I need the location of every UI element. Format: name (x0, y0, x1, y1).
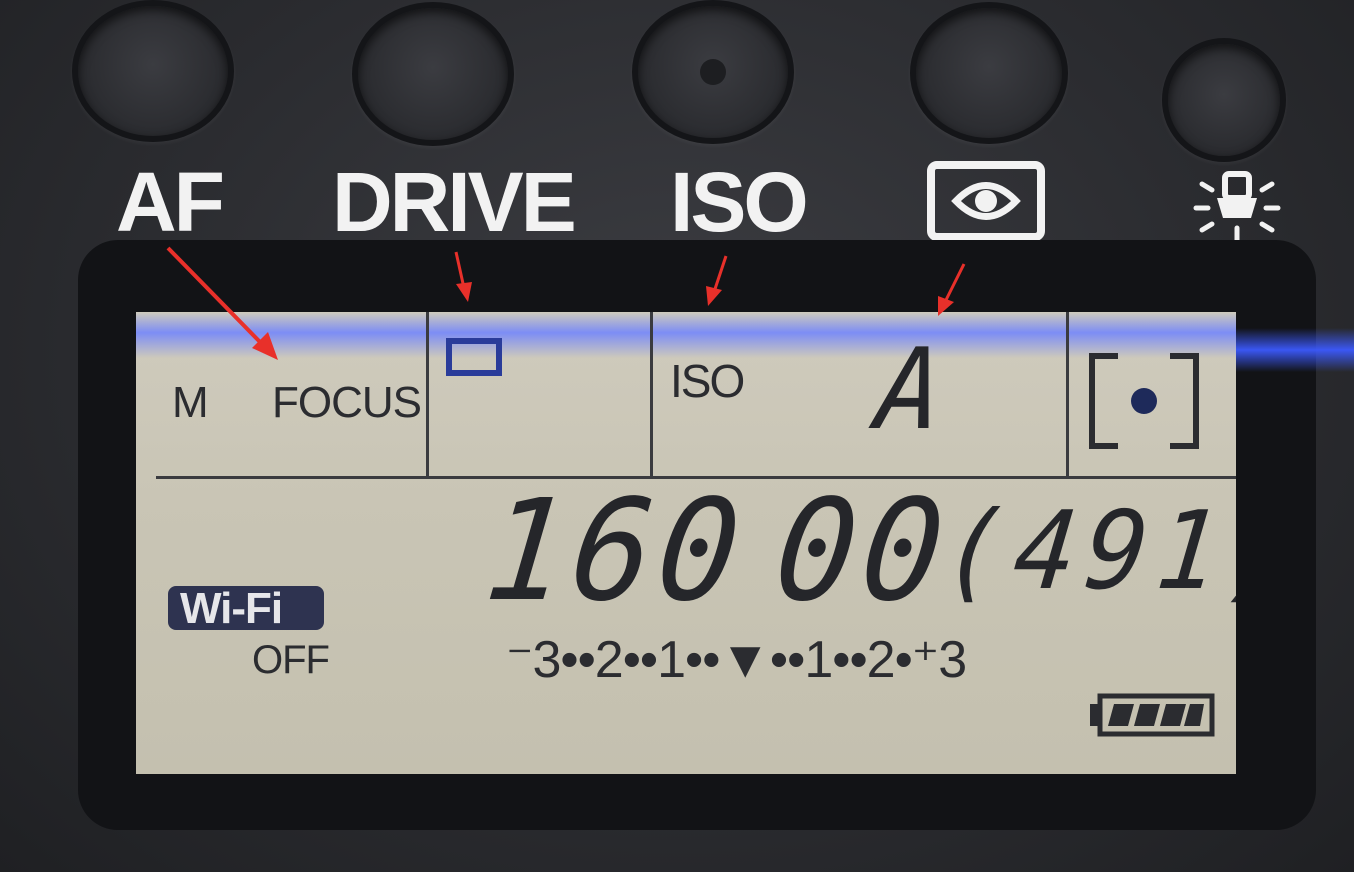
annotation-arrow-iso (706, 255, 728, 306)
battery-full-icon (1090, 693, 1215, 737)
metering-mode-icon (927, 161, 1045, 241)
lcd-divider-v3 (1066, 312, 1069, 476)
focus-label: FOCUS (272, 378, 422, 427)
drive-label: DRIVE (332, 155, 577, 249)
af-mode-indicator: M (172, 378, 209, 427)
wifi-status: OFF (252, 638, 330, 682)
iso-label: ISO (670, 155, 809, 249)
illumination-button[interactable] (1162, 38, 1286, 162)
top-lcd-panel: M FOCUS ISO A 160 00 (491) Wi-Fi OFF ⁻3•… (136, 312, 1236, 774)
annotation-arrow-drive (454, 251, 472, 302)
exposure-level-scale: ⁻3••2••1••▼••1••2•⁺3 (506, 631, 967, 689)
metering-button[interactable] (910, 2, 1068, 144)
single-shot-icon (446, 338, 502, 376)
lcd-glare (136, 312, 1236, 358)
aperture-value: 00 (768, 470, 957, 633)
iso-button[interactable] (632, 0, 794, 144)
lcd-divider-v2 (650, 312, 653, 476)
annotation-arrow-af (166, 246, 278, 360)
shots-remaining: (491) (936, 489, 1236, 614)
iso-value: A (871, 325, 955, 455)
spot-metering-icon (1089, 353, 1199, 449)
lcd-divider-v1 (426, 312, 429, 476)
af-button[interactable] (72, 0, 234, 142)
shutter-speed-value: 160 (478, 470, 753, 633)
wifi-label: Wi-Fi (180, 584, 283, 633)
drive-button[interactable] (352, 2, 514, 146)
lcd-illumination-icon (1193, 171, 1281, 243)
blue-glare (1230, 328, 1354, 372)
annotation-arrow-metering (938, 263, 966, 316)
iso-button-tactile-dot (700, 59, 726, 85)
af-label: AF (116, 155, 225, 249)
lcd-iso-label: ISO (670, 355, 745, 407)
